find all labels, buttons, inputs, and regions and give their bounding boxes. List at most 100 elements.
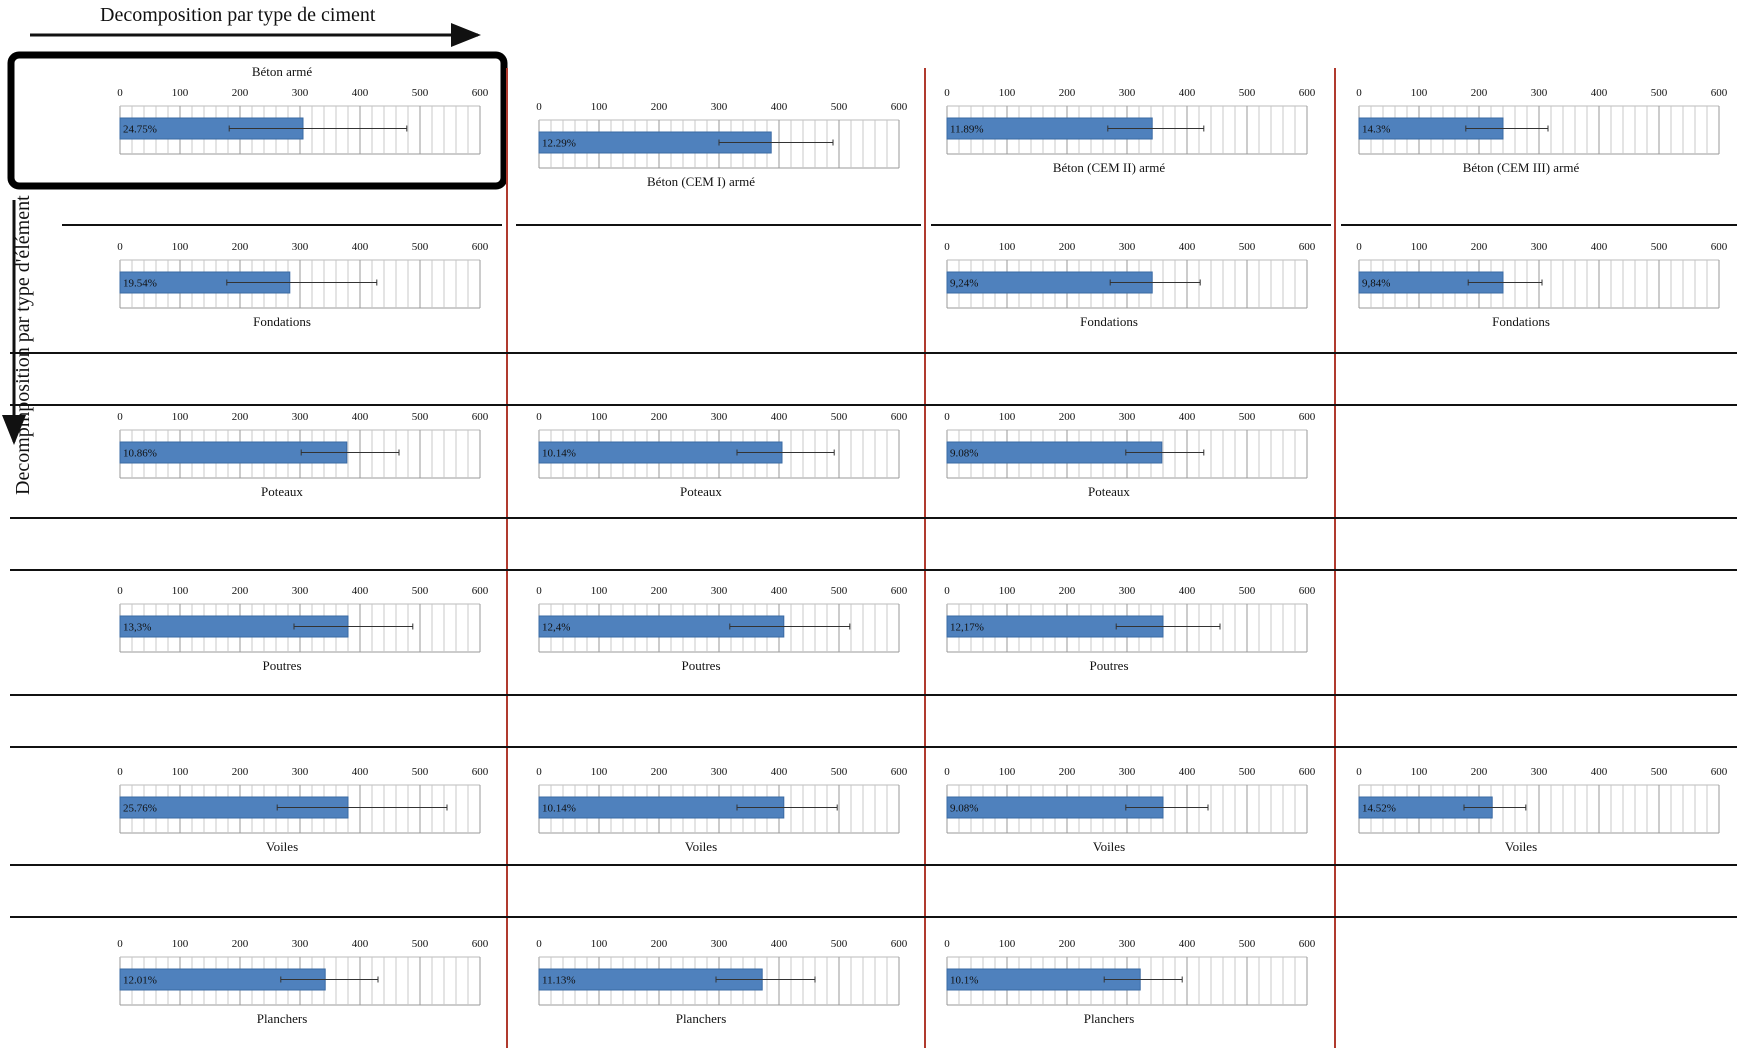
x-tick-label: 0 bbox=[536, 766, 542, 778]
x-tick-label: 200 bbox=[232, 411, 249, 423]
x-tick-label: 500 bbox=[831, 938, 848, 950]
x-tick-label: 300 bbox=[711, 411, 728, 423]
x-tick-label: 500 bbox=[412, 938, 429, 950]
bar-chart: 0 100 200 300 400 500 600 19.54% Fondations bbox=[117, 241, 489, 329]
x-tick-label: 300 bbox=[711, 585, 728, 597]
bar-chart: 0 100 200 300 400 500 600 10.14% Poteaux bbox=[536, 411, 908, 499]
x-tick-label: 500 bbox=[412, 766, 429, 778]
x-tick-label: 0 bbox=[117, 411, 123, 423]
bar-chart: 0 100 200 300 400 500 600 24.75% Béton armé bbox=[117, 64, 489, 155]
x-tick-label: 600 bbox=[1299, 241, 1316, 253]
x-tick-label: 200 bbox=[651, 766, 668, 778]
x-tick-label: 200 bbox=[1059, 766, 1076, 778]
x-tick-label: 600 bbox=[891, 585, 908, 597]
x-tick-label: 100 bbox=[999, 411, 1016, 423]
chart-title: Planchers bbox=[1084, 1011, 1135, 1026]
bar-chart: 0 100 200 300 400 500 600 12,4% Poutres bbox=[536, 585, 908, 673]
x-tick-label: 500 bbox=[1651, 87, 1668, 99]
x-tick-label: 400 bbox=[771, 101, 788, 113]
x-tick-label: 200 bbox=[1059, 411, 1076, 423]
x-tick-label: 100 bbox=[999, 938, 1016, 950]
x-tick-label: 500 bbox=[1239, 585, 1256, 597]
x-tick-label: 400 bbox=[1591, 241, 1608, 253]
x-tick-label: 100 bbox=[1411, 241, 1428, 253]
x-tick-label: 600 bbox=[1711, 87, 1728, 99]
chart-title: Poutres bbox=[1090, 658, 1129, 673]
data-label: 12.29% bbox=[542, 138, 576, 150]
x-tick-label: 300 bbox=[292, 938, 309, 950]
x-tick-label: 600 bbox=[472, 411, 489, 423]
frame-layer bbox=[2, 23, 1737, 1048]
x-tick-label: 0 bbox=[117, 87, 123, 99]
x-tick-label: 300 bbox=[1119, 241, 1136, 253]
x-tick-label: 600 bbox=[891, 101, 908, 113]
x-tick-label: 200 bbox=[232, 87, 249, 99]
x-tick-label: 300 bbox=[292, 411, 309, 423]
x-tick-label: 200 bbox=[1471, 766, 1488, 778]
x-tick-label: 400 bbox=[771, 938, 788, 950]
x-tick-label: 500 bbox=[1239, 938, 1256, 950]
chart-title: Planchers bbox=[676, 1011, 727, 1026]
x-tick-label: 500 bbox=[1239, 766, 1256, 778]
x-tick-label: 400 bbox=[352, 585, 369, 597]
x-tick-label: 200 bbox=[232, 585, 249, 597]
x-tick-label: 600 bbox=[891, 938, 908, 950]
x-tick-label: 400 bbox=[1179, 938, 1196, 950]
data-label: 11.89% bbox=[950, 124, 984, 136]
x-tick-label: 0 bbox=[117, 766, 123, 778]
x-tick-label: 400 bbox=[1179, 585, 1196, 597]
x-tick-label: 100 bbox=[1411, 87, 1428, 99]
bar-chart: 0 100 200 300 400 500 600 10.86% Poteaux bbox=[117, 411, 489, 499]
x-tick-label: 500 bbox=[412, 585, 429, 597]
x-tick-label: 300 bbox=[1119, 411, 1136, 423]
bar-chart: 0 100 200 300 400 500 600 10.1% Planchers bbox=[944, 938, 1316, 1026]
x-tick-label: 500 bbox=[1651, 241, 1668, 253]
x-tick-label: 400 bbox=[1179, 87, 1196, 99]
x-tick-label: 300 bbox=[292, 585, 309, 597]
data-label: 14.52% bbox=[1362, 803, 1396, 815]
x-tick-label: 0 bbox=[944, 938, 950, 950]
x-tick-label: 600 bbox=[1711, 766, 1728, 778]
chart-title: Béton (CEM II) armé bbox=[1053, 160, 1166, 175]
bar-chart: 0 100 200 300 400 500 600 12,17% Poutres bbox=[944, 585, 1316, 673]
x-tick-label: 200 bbox=[232, 938, 249, 950]
x-tick-label: 500 bbox=[412, 241, 429, 253]
x-tick-label: 400 bbox=[1179, 766, 1196, 778]
x-tick-label: 500 bbox=[1239, 87, 1256, 99]
x-tick-label: 0 bbox=[117, 585, 123, 597]
bar-chart: 0 100 200 300 400 500 600 9.08% Voiles bbox=[944, 766, 1316, 854]
x-tick-label: 0 bbox=[117, 938, 123, 950]
data-label: 9,24% bbox=[950, 278, 978, 290]
bar-chart: 0 100 200 300 400 500 600 13,3% Poutres bbox=[117, 585, 489, 673]
x-tick-label: 400 bbox=[1591, 766, 1608, 778]
x-tick-label: 200 bbox=[1059, 585, 1076, 597]
x-tick-label: 400 bbox=[1179, 411, 1196, 423]
x-tick-label: 100 bbox=[172, 87, 189, 99]
x-tick-label: 400 bbox=[352, 938, 369, 950]
chart-title: Voiles bbox=[685, 839, 717, 854]
x-tick-label: 500 bbox=[1239, 411, 1256, 423]
x-tick-label: 0 bbox=[944, 241, 950, 253]
x-tick-label: 600 bbox=[1299, 766, 1316, 778]
x-tick-label: 200 bbox=[651, 938, 668, 950]
charts-layer: 0 100 200 300 400 500 600 24.75% Béton armé 0 100 2… bbox=[117, 64, 1728, 1026]
x-tick-label: 600 bbox=[472, 938, 489, 950]
chart-title: Béton armé bbox=[252, 64, 313, 79]
x-tick-label: 100 bbox=[172, 241, 189, 253]
bar-chart: 0 100 200 300 400 500 600 14.3% Béton (CEM III) … bbox=[1356, 87, 1728, 175]
x-tick-label: 100 bbox=[999, 585, 1016, 597]
x-tick-label: 400 bbox=[771, 411, 788, 423]
x-tick-label: 400 bbox=[352, 241, 369, 253]
x-tick-label: 100 bbox=[999, 241, 1016, 253]
x-tick-label: 0 bbox=[536, 411, 542, 423]
x-tick-label: 0 bbox=[117, 241, 123, 253]
x-tick-label: 300 bbox=[1531, 241, 1548, 253]
data-label: 24.75% bbox=[123, 124, 157, 136]
chart-title: Poteaux bbox=[261, 484, 303, 499]
bar-chart: 0 100 200 300 400 500 600 14.52% Voiles bbox=[1356, 766, 1728, 854]
x-tick-label: 600 bbox=[1299, 411, 1316, 423]
x-tick-label: 100 bbox=[172, 766, 189, 778]
x-tick-label: 100 bbox=[591, 938, 608, 950]
x-tick-label: 200 bbox=[232, 766, 249, 778]
data-label: 9.08% bbox=[950, 803, 978, 815]
